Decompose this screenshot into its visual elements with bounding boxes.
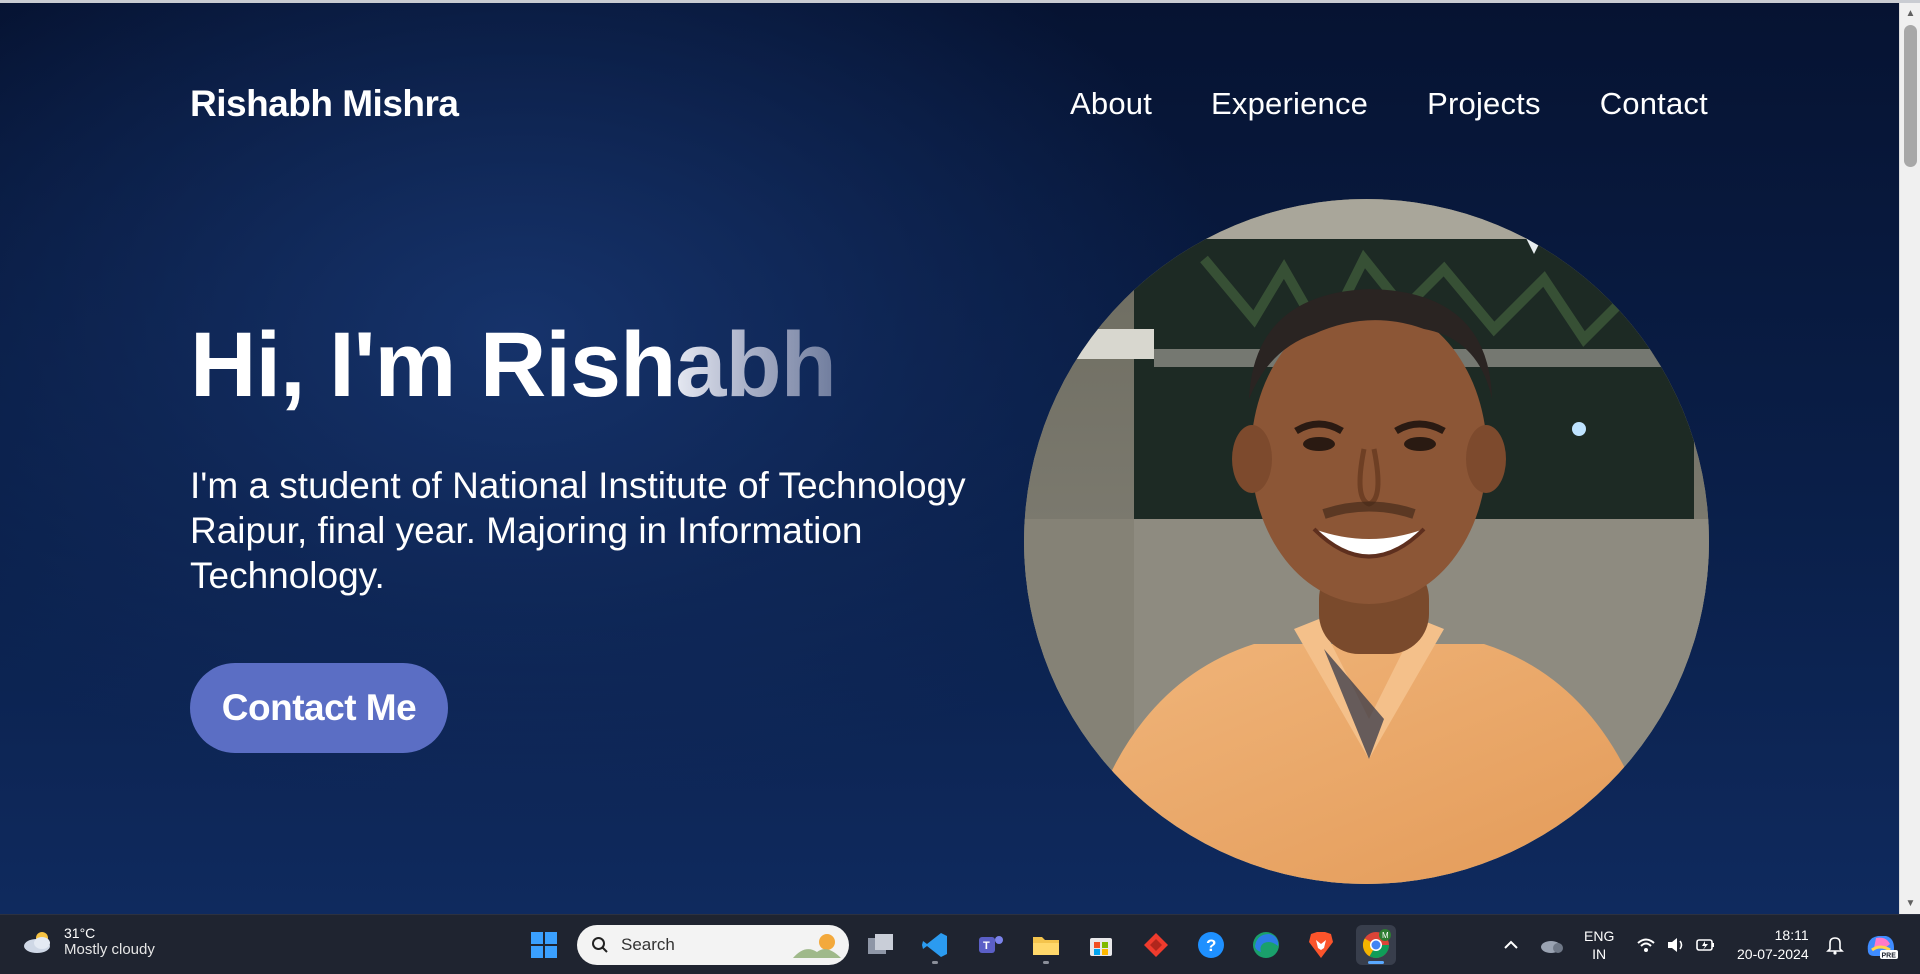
svg-text:?: ? (1206, 936, 1216, 955)
edge-icon[interactable] (1246, 925, 1286, 965)
weather-temperature: 31°C (64, 925, 96, 941)
clock[interactable]: 18:11 20-07-2024 (1737, 915, 1809, 974)
search-placeholder: Search (621, 935, 675, 954)
wifi-icon (1637, 938, 1655, 952)
scroll-up-arrow-icon[interactable]: ▲ (1900, 5, 1920, 22)
notification-bell-icon[interactable] (1826, 915, 1844, 974)
vscode-icon[interactable] (915, 925, 955, 965)
nav-projects[interactable]: Projects (1427, 86, 1541, 122)
windows-taskbar: 31°C Mostly cloudy Search T ? M ENG IN 1… (0, 914, 1920, 974)
vertical-scrollbar[interactable]: ▲ ▼ (1899, 3, 1920, 914)
weather-widget[interactable]: 31°C Mostly cloudy (22, 925, 155, 958)
contact-me-button[interactable]: Contact Me (190, 663, 448, 753)
system-status-group[interactable] (1636, 915, 1716, 974)
language-code: ENG (1584, 928, 1615, 944)
battery-charging-icon (1696, 939, 1714, 951)
teams-icon[interactable]: T (971, 925, 1011, 965)
taskbar-search[interactable]: Search (577, 925, 849, 965)
running-indicator (1043, 961, 1049, 964)
main-nav: About Experience Projects Contact (1070, 86, 1708, 122)
language-indicator[interactable]: ENG IN (1584, 915, 1614, 974)
nav-about[interactable]: About (1070, 86, 1152, 122)
chrome-profile-letter: M (1382, 931, 1389, 940)
portfolio-page: Rishabh Mishra About Experience Projects… (0, 3, 1899, 914)
hero-title: Hi, I'm Rishabh (190, 313, 837, 418)
nav-experience[interactable]: Experience (1211, 86, 1368, 122)
copilot-icon[interactable]: PRE (1864, 915, 1898, 974)
site-brand[interactable]: Rishabh Mishra (190, 83, 459, 125)
brave-icon[interactable] (1301, 925, 1341, 965)
profile-photo (1024, 199, 1709, 884)
onedrive-sync-icon[interactable] (1540, 915, 1564, 974)
running-indicator (932, 961, 938, 964)
file-explorer-icon[interactable] (1026, 925, 1066, 965)
anydesk-icon[interactable] (1136, 925, 1176, 965)
profile-photo-illustration (1024, 199, 1709, 884)
hero-title-typing: abh (675, 314, 837, 416)
svg-text:T: T (983, 940, 990, 952)
cloud-sun-icon (24, 931, 50, 953)
scroll-down-arrow-icon[interactable]: ▼ (1900, 895, 1920, 912)
active-indicator (1368, 961, 1384, 964)
search-highlight-icon (793, 934, 841, 958)
hero-description: I'm a student of National Institute of T… (190, 465, 966, 596)
copilot-badge: PRE (1882, 953, 1897, 960)
hero-title-solid: Hi, I'm Rish (190, 314, 676, 416)
task-view-icon[interactable] (861, 925, 901, 965)
nav-contact[interactable]: Contact (1600, 86, 1708, 122)
clock-date: 20-07-2024 (1737, 946, 1809, 962)
language-region: IN (1592, 946, 1607, 962)
chrome-icon[interactable]: M (1356, 925, 1396, 965)
search-icon (592, 937, 608, 953)
microsoft-store-icon[interactable] (1081, 925, 1121, 965)
clock-time: 18:11 (1774, 927, 1809, 943)
weather-condition: Mostly cloudy (64, 941, 155, 958)
volume-icon (1668, 938, 1683, 952)
windows-start-icon[interactable] (524, 925, 564, 965)
show-hidden-icons-chevron-icon[interactable] (1503, 915, 1519, 974)
scrollbar-thumb[interactable] (1904, 25, 1917, 167)
help-icon[interactable]: ? (1191, 925, 1231, 965)
